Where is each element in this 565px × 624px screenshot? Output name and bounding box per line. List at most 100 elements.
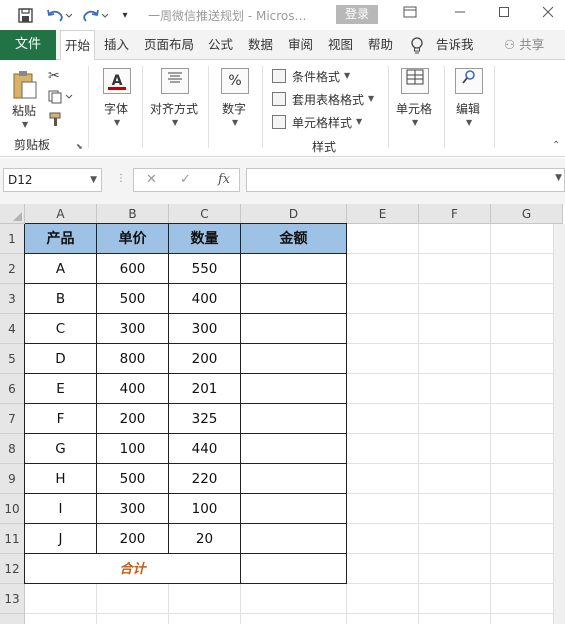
row-header-8[interactable]: 8 bbox=[0, 434, 25, 464]
empty-cell[interactable] bbox=[347, 584, 419, 614]
empty-cell[interactable] bbox=[169, 584, 241, 614]
empty-cell[interactable] bbox=[25, 584, 97, 614]
row-header-5[interactable]: 5 bbox=[0, 344, 25, 374]
cell-styles-button[interactable]: 单元格样式 ▼ bbox=[272, 113, 372, 131]
tab-file[interactable]: 文件 bbox=[0, 30, 56, 60]
tab-formulas[interactable]: 公式 bbox=[208, 30, 233, 60]
column-header-b[interactable]: B bbox=[97, 204, 169, 224]
empty-cell[interactable] bbox=[347, 284, 419, 314]
name-box[interactable]: D12 ▼ bbox=[3, 168, 102, 192]
login-button[interactable]: 登录 bbox=[336, 5, 378, 24]
lightbulb-icon[interactable] bbox=[410, 30, 424, 60]
amount-cell[interactable] bbox=[241, 344, 347, 374]
amount-cell[interactable] bbox=[241, 464, 347, 494]
empty-cell[interactable] bbox=[419, 494, 491, 524]
empty-cell[interactable] bbox=[169, 614, 241, 624]
qty-cell[interactable]: 201 bbox=[169, 374, 241, 404]
redo-icon[interactable] bbox=[80, 5, 110, 25]
product-cell[interactable]: B bbox=[25, 284, 97, 314]
alignment-button[interactable]: 对齐方式 ▼ bbox=[148, 68, 204, 130]
number-button[interactable]: % 数字 ▼ bbox=[216, 68, 256, 130]
tab-review[interactable]: 审阅 bbox=[288, 30, 313, 60]
cells-button[interactable]: 单元格 ▼ bbox=[394, 68, 438, 130]
empty-cell[interactable] bbox=[419, 464, 491, 494]
row-header-10[interactable]: 10 bbox=[0, 494, 25, 524]
product-cell[interactable]: F bbox=[25, 404, 97, 434]
empty-cell[interactable] bbox=[419, 584, 491, 614]
product-cell[interactable]: E bbox=[25, 374, 97, 404]
product-cell[interactable]: J bbox=[25, 524, 97, 554]
row-header-12[interactable]: 12 bbox=[0, 554, 25, 584]
copy-icon[interactable] bbox=[48, 90, 76, 106]
price-cell[interactable]: 300 bbox=[97, 314, 169, 344]
header-cell-product[interactable]: 产品 bbox=[25, 224, 97, 254]
clipboard-launcher-icon[interactable]: ⬊ bbox=[76, 142, 83, 151]
empty-cell[interactable] bbox=[347, 434, 419, 464]
empty-cell[interactable] bbox=[419, 614, 491, 624]
column-header-f[interactable]: F bbox=[419, 204, 491, 224]
empty-cell[interactable] bbox=[347, 254, 419, 284]
row-header-9[interactable]: 9 bbox=[0, 464, 25, 494]
product-cell[interactable]: C bbox=[25, 314, 97, 344]
row-header-4[interactable]: 4 bbox=[0, 314, 25, 344]
column-header-e[interactable]: E bbox=[347, 204, 419, 224]
price-cell[interactable]: 200 bbox=[97, 524, 169, 554]
format-painter-icon[interactable] bbox=[48, 112, 66, 128]
cut-icon[interactable]: ✂ bbox=[48, 68, 66, 84]
price-cell[interactable]: 500 bbox=[97, 464, 169, 494]
empty-cell[interactable] bbox=[419, 554, 491, 584]
column-header-g[interactable]: G bbox=[491, 204, 563, 224]
amount-cell[interactable] bbox=[241, 314, 347, 344]
empty-cell[interactable] bbox=[347, 494, 419, 524]
row-header-7[interactable]: 7 bbox=[0, 404, 25, 434]
tab-view[interactable]: 视图 bbox=[328, 30, 353, 60]
product-cell[interactable]: A bbox=[25, 254, 97, 284]
tab-help[interactable]: 帮助 bbox=[368, 30, 393, 60]
customize-qat-icon[interactable]: ▾ bbox=[116, 5, 134, 25]
column-header-d[interactable]: D bbox=[241, 204, 347, 224]
price-cell[interactable]: 800 bbox=[97, 344, 169, 374]
vertical-scrollbar[interactable] bbox=[553, 224, 565, 624]
header-cell-price[interactable]: 单价 bbox=[97, 224, 169, 254]
empty-cell[interactable] bbox=[419, 434, 491, 464]
empty-cell[interactable] bbox=[347, 374, 419, 404]
expand-formula-icon[interactable]: ▼ bbox=[555, 173, 562, 183]
product-cell[interactable]: I bbox=[25, 494, 97, 524]
column-header-c[interactable]: C bbox=[169, 204, 241, 224]
empty-cell[interactable] bbox=[347, 224, 419, 254]
undo-icon[interactable] bbox=[44, 5, 74, 25]
minimize-icon[interactable] bbox=[450, 4, 470, 24]
empty-cell[interactable] bbox=[419, 374, 491, 404]
empty-cell[interactable] bbox=[419, 344, 491, 374]
tab-page-layout[interactable]: 页面布局 bbox=[144, 30, 194, 60]
amount-cell[interactable] bbox=[241, 404, 347, 434]
qty-cell[interactable]: 550 bbox=[169, 254, 241, 284]
font-button[interactable]: A 字体 ▼ bbox=[98, 68, 138, 130]
qty-cell[interactable]: 20 bbox=[169, 524, 241, 554]
select-all-button[interactable] bbox=[0, 204, 25, 224]
save-icon[interactable] bbox=[14, 5, 36, 25]
row-header-13[interactable]: 13 bbox=[0, 584, 25, 614]
insert-function-icon[interactable]: fx bbox=[218, 172, 230, 187]
product-cell[interactable]: G bbox=[25, 434, 97, 464]
empty-cell[interactable] bbox=[347, 554, 419, 584]
price-cell[interactable]: 100 bbox=[97, 434, 169, 464]
enter-icon[interactable]: ✓ bbox=[180, 172, 191, 187]
header-cell-amount[interactable]: 金额 bbox=[241, 224, 347, 254]
product-cell[interactable]: H bbox=[25, 464, 97, 494]
tab-insert[interactable]: 插入 bbox=[104, 30, 129, 60]
qty-cell[interactable]: 325 bbox=[169, 404, 241, 434]
qty-cell[interactable]: 100 bbox=[169, 494, 241, 524]
empty-cell[interactable] bbox=[347, 314, 419, 344]
empty-cell[interactable] bbox=[419, 284, 491, 314]
formula-input[interactable]: ▼ bbox=[246, 168, 565, 192]
qty-cell[interactable]: 220 bbox=[169, 464, 241, 494]
tab-home[interactable]: 开始 bbox=[60, 30, 96, 61]
cancel-icon[interactable]: ✕ bbox=[146, 172, 157, 187]
empty-cell[interactable] bbox=[97, 614, 169, 624]
conditional-format-button[interactable]: 条件格式 ▼ bbox=[272, 67, 372, 85]
column-header-a[interactable]: A bbox=[25, 204, 97, 224]
row-header-14[interactable]: 14 bbox=[0, 614, 25, 624]
row-header-1[interactable]: 1 bbox=[0, 224, 25, 254]
qty-cell[interactable]: 300 bbox=[169, 314, 241, 344]
